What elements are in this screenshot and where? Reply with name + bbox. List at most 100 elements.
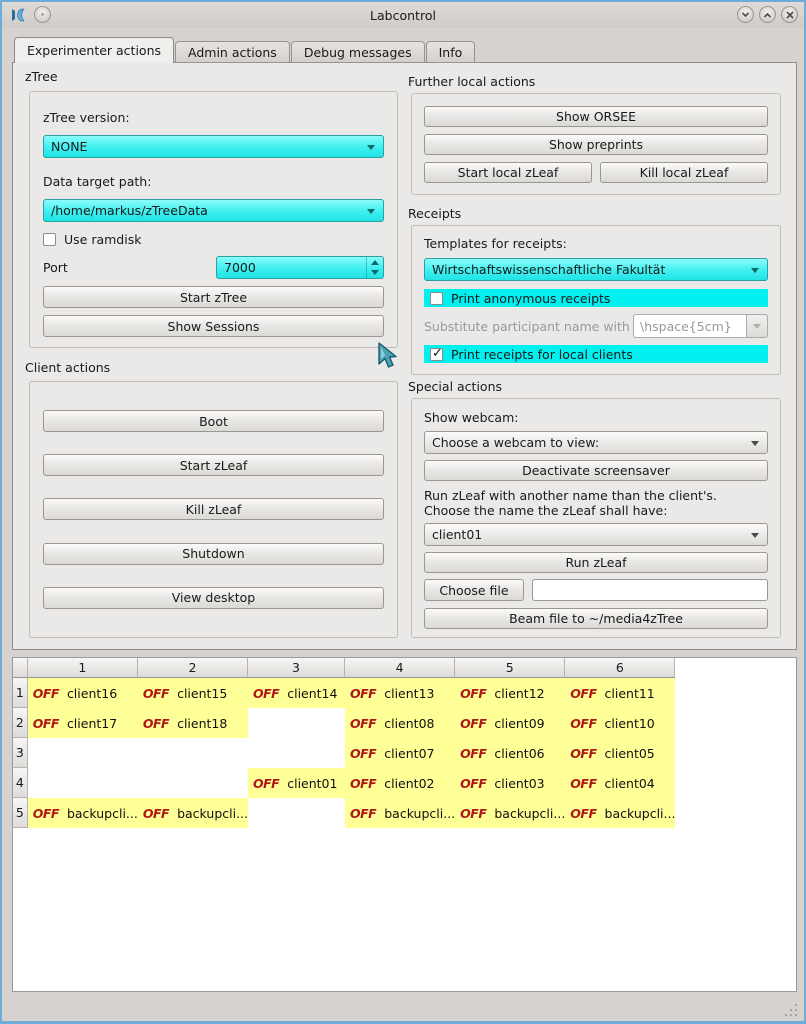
spin-down-icon[interactable] bbox=[367, 268, 383, 279]
start-ztree-button[interactable]: Start zTree bbox=[43, 286, 384, 308]
client-name: client05 bbox=[605, 746, 655, 761]
use-ramdisk-checkbox-row[interactable]: Use ramdisk bbox=[43, 232, 384, 247]
shade-button[interactable] bbox=[737, 6, 754, 23]
client-name: client12 bbox=[494, 686, 544, 701]
empty-cell[interactable] bbox=[248, 738, 345, 768]
client-cell[interactable]: OFFclient01 bbox=[248, 768, 345, 798]
shutdown-button[interactable]: Shutdown bbox=[43, 543, 384, 565]
client-cell[interactable]: OFFbackupcli... bbox=[28, 798, 138, 828]
column-header-6[interactable]: 6 bbox=[565, 658, 675, 678]
empty-cell[interactable] bbox=[28, 768, 138, 798]
client-status-off: OFF bbox=[460, 746, 486, 761]
client-cell[interactable]: OFFbackupcli... bbox=[455, 798, 565, 828]
start-zleaf-button[interactable]: Start zLeaf bbox=[43, 454, 384, 476]
client-cell[interactable]: OFFbackupcli... bbox=[345, 798, 455, 828]
client-status-off: OFF bbox=[350, 716, 376, 731]
tab-admin-actions[interactable]: Admin actions bbox=[175, 41, 290, 63]
app-icon bbox=[9, 6, 27, 24]
port-spinbox[interactable]: 7000 bbox=[216, 256, 384, 279]
beam-file-button[interactable]: Beam file to ~/media4zTree bbox=[424, 608, 768, 629]
start-local-zleaf-button[interactable]: Start local zLeaf bbox=[424, 162, 592, 183]
client-status-off: OFF bbox=[143, 806, 169, 821]
row-header-5[interactable]: 5 bbox=[13, 798, 28, 828]
print-local-checkbox[interactable] bbox=[430, 348, 443, 361]
row-header-1[interactable]: 1 bbox=[13, 678, 28, 708]
empty-cell[interactable] bbox=[248, 798, 345, 828]
window-menu-button[interactable] bbox=[34, 6, 51, 23]
column-header-2[interactable]: 2 bbox=[138, 658, 248, 678]
client-cell[interactable]: OFFclient03 bbox=[455, 768, 565, 798]
row-header-2[interactable]: 2 bbox=[13, 708, 28, 738]
resize-grip[interactable] bbox=[784, 1003, 798, 1017]
client-cell[interactable]: OFFclient09 bbox=[455, 708, 565, 738]
spin-up-icon[interactable] bbox=[367, 257, 383, 268]
empty-cell[interactable] bbox=[248, 708, 345, 738]
receipt-template-combobox[interactable]: Wirtschaftswissenschaftliche Fakultät bbox=[424, 258, 768, 281]
file-path-input[interactable] bbox=[532, 579, 768, 601]
client-cell[interactable]: OFFclient04 bbox=[565, 768, 675, 798]
show-orsee-button[interactable]: Show ORSEE bbox=[424, 106, 768, 127]
choose-file-button[interactable]: Choose file bbox=[424, 579, 524, 601]
client-cell[interactable]: OFFbackupcli... bbox=[565, 798, 675, 828]
show-preprints-button[interactable]: Show preprints bbox=[424, 134, 768, 155]
print-anonymous-checkbox[interactable] bbox=[430, 292, 443, 305]
client-cell[interactable]: OFFclient02 bbox=[345, 768, 455, 798]
client-name: client09 bbox=[494, 716, 544, 731]
menu-dot-icon bbox=[40, 12, 45, 17]
client-name: backupcli... bbox=[384, 806, 455, 821]
empty-cell[interactable] bbox=[28, 738, 138, 768]
receipts-group-title: Receipts bbox=[408, 206, 461, 221]
print-local-row[interactable]: Print receipts for local clients bbox=[424, 345, 768, 363]
show-sessions-button[interactable]: Show Sessions bbox=[43, 315, 384, 337]
client-cell[interactable]: OFFclient16 bbox=[28, 678, 138, 708]
ztree-version-combobox[interactable]: NONE bbox=[43, 135, 384, 158]
client-cell[interactable]: OFFclient08 bbox=[345, 708, 455, 738]
client-cell[interactable]: OFFclient11 bbox=[565, 678, 675, 708]
substitute-name-label: Substitute participant name with bbox=[424, 319, 630, 334]
column-header-1[interactable]: 1 bbox=[28, 658, 138, 678]
deactivate-screensaver-button[interactable]: Deactivate screensaver bbox=[424, 460, 768, 481]
kill-zleaf-button[interactable]: Kill zLeaf bbox=[43, 498, 384, 520]
client-cell[interactable]: OFFclient15 bbox=[138, 678, 248, 708]
client-cell[interactable]: OFFclient10 bbox=[565, 708, 675, 738]
column-header-4[interactable]: 4 bbox=[345, 658, 455, 678]
maximize-button[interactable] bbox=[759, 6, 776, 23]
client-name: client07 bbox=[384, 746, 434, 761]
client-cell[interactable]: OFFbackupcli... bbox=[138, 798, 248, 828]
client-cell[interactable]: OFFclient06 bbox=[455, 738, 565, 768]
tab-info[interactable]: Info bbox=[426, 41, 476, 63]
client-cell[interactable]: OFFclient14 bbox=[248, 678, 345, 708]
data-target-path-combobox[interactable]: /home/markus/zTreeData bbox=[43, 199, 384, 222]
client-cell[interactable]: OFFclient12 bbox=[455, 678, 565, 708]
empty-cell[interactable] bbox=[138, 768, 248, 798]
titlebar[interactable]: Labcontrol bbox=[2, 2, 804, 28]
tab-experimenter-actions[interactable]: Experimenter actions bbox=[14, 37, 174, 63]
run-zleaf-name-label-line2: Choose the name the zLeaf shall have: bbox=[424, 503, 768, 518]
print-anonymous-row[interactable]: Print anonymous receipts bbox=[424, 289, 768, 307]
client-name: backupcli... bbox=[494, 806, 565, 821]
view-desktop-button[interactable]: View desktop bbox=[43, 587, 384, 609]
row-header-3[interactable]: 3 bbox=[13, 738, 28, 768]
client-cell[interactable]: OFFclient07 bbox=[345, 738, 455, 768]
row-header-4[interactable]: 4 bbox=[13, 768, 28, 798]
client-cell[interactable]: OFFclient05 bbox=[565, 738, 675, 768]
tab-debug-messages[interactable]: Debug messages bbox=[291, 41, 425, 63]
close-button[interactable] bbox=[781, 6, 798, 23]
zleaf-name-combobox[interactable]: client01 bbox=[424, 523, 768, 546]
combo-arrow-icon bbox=[751, 268, 759, 273]
run-zleaf-name-label-line1: Run zLeaf with another name than the cli… bbox=[424, 488, 768, 503]
client-cell[interactable]: OFFclient17 bbox=[28, 708, 138, 738]
column-header-5[interactable]: 5 bbox=[455, 658, 565, 678]
column-header-3[interactable]: 3 bbox=[248, 658, 345, 678]
kill-local-zleaf-button[interactable]: Kill local zLeaf bbox=[600, 162, 768, 183]
empty-cell[interactable] bbox=[138, 738, 248, 768]
show-webcam-label: Show webcam: bbox=[424, 410, 768, 425]
boot-button[interactable]: Boot bbox=[43, 410, 384, 432]
client-status-off: OFF bbox=[33, 716, 59, 731]
run-zleaf-button[interactable]: Run zLeaf bbox=[424, 552, 768, 573]
client-cell[interactable]: OFFclient13 bbox=[345, 678, 455, 708]
use-ramdisk-checkbox[interactable] bbox=[43, 233, 56, 246]
client-cell[interactable]: OFFclient18 bbox=[138, 708, 248, 738]
client-name: client01 bbox=[287, 776, 337, 791]
webcam-combobox[interactable]: Choose a webcam to view: bbox=[424, 431, 768, 454]
